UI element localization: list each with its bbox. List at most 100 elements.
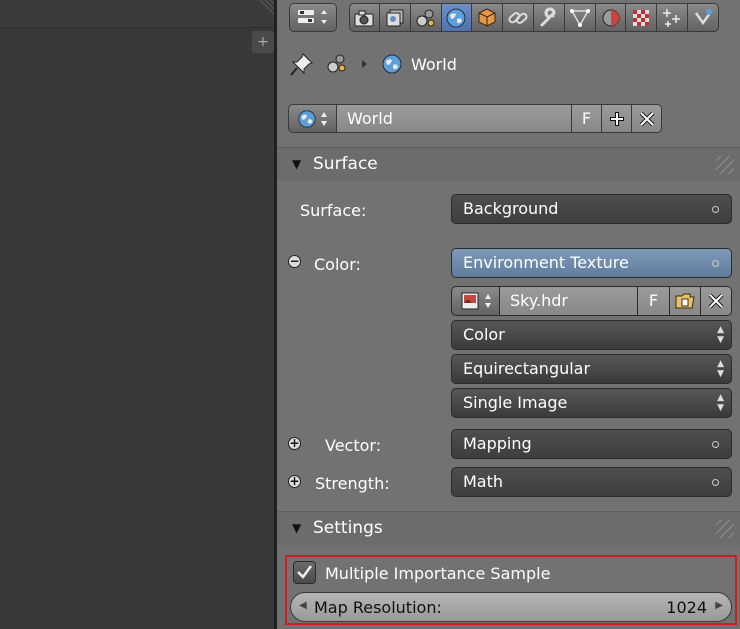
world-icon: [382, 54, 402, 74]
properties-header: [277, 0, 740, 36]
tab-physics[interactable]: [688, 3, 719, 32]
left-editor-area: +: [0, 0, 276, 629]
plus-icon: [609, 111, 624, 126]
tab-texture[interactable]: [626, 3, 658, 32]
world-icon: [298, 109, 316, 128]
vector-node-button[interactable]: Mapping: [451, 429, 732, 459]
tab-world[interactable]: [441, 3, 473, 32]
breadcrumb: World: [289, 50, 457, 78]
fake-user-button[interactable]: F: [572, 104, 602, 133]
tab-constraints[interactable]: [503, 3, 534, 32]
properties-editor: World World F ▼ Surface Surface: Backgro…: [277, 0, 740, 629]
properties-editor-icon: [298, 10, 327, 24]
tab-material[interactable]: [595, 3, 627, 32]
projection-value: Equirectangular: [463, 359, 591, 378]
select-arrows-icon: ▲ ▼: [717, 393, 724, 413]
color-space-value: Color: [463, 325, 505, 344]
map-resolution-label: Map Resolution:: [314, 598, 442, 617]
vector-node-value: Mapping: [463, 434, 532, 453]
map-resolution-field[interactable]: ◀ Map Resolution: 1024 ▶: [290, 592, 732, 622]
image-source-value: Single Image: [463, 393, 568, 412]
select-arrows-icon: ▲ ▼: [717, 359, 724, 379]
tab-render[interactable]: [349, 3, 380, 32]
material-sphere-icon: [602, 9, 620, 26]
socket-dot-icon: [712, 260, 719, 267]
multiple-importance-label[interactable]: Multiple Importance Sample: [325, 564, 550, 583]
close-icon: [708, 293, 724, 309]
socket-dot-icon: [712, 441, 719, 448]
socket-dot-icon: [712, 479, 719, 486]
map-resolution-value: 1024: [666, 598, 707, 617]
particles-icon: [663, 8, 681, 27]
close-icon: [639, 111, 654, 126]
image-datablock-selector: Sky.hdr F: [451, 286, 732, 316]
image-source-select[interactable]: Single Image ▲ ▼: [451, 388, 732, 418]
settings-panel-title: Settings: [313, 518, 383, 538]
socket-dot-icon: [712, 206, 719, 213]
tab-render-layers[interactable]: [379, 3, 411, 32]
image-icon: [461, 292, 478, 310]
unlink-image-button[interactable]: [701, 286, 732, 316]
color-node-button[interactable]: Environment Texture: [451, 248, 732, 278]
constraint-chain-icon: [508, 11, 528, 24]
editor-type-button[interactable]: [289, 3, 337, 32]
scene-icon: [416, 9, 435, 26]
physics-icon: [695, 8, 713, 25]
unlink-world-button[interactable]: [632, 104, 662, 133]
color-space-select[interactable]: Color ▲ ▼: [451, 320, 732, 350]
up-down-arrows-icon: [321, 111, 327, 126]
checkmark-icon: [297, 565, 313, 579]
panel-grip-icon[interactable]: [716, 520, 734, 538]
tab-object[interactable]: [472, 3, 504, 32]
collapse-triangle-icon: ▼: [292, 157, 302, 171]
vector-label: Vector:: [325, 436, 382, 455]
collapse-triangle-icon: ▼: [292, 521, 302, 535]
object-cube-icon: [478, 7, 496, 27]
expand-plus-icon[interactable]: +: [288, 437, 301, 450]
up-down-arrows-icon: [484, 294, 491, 308]
wrench-icon: [540, 7, 556, 26]
context-tabs: [349, 3, 719, 32]
world-icon: [446, 8, 466, 27]
render-layers-icon: [386, 9, 404, 26]
multiple-importance-checkbox[interactable]: [293, 561, 316, 584]
left-editor-header: [0, 0, 276, 28]
strength-node-value: Math: [463, 472, 504, 491]
surface-node-button[interactable]: Background: [451, 194, 732, 224]
image-fake-user-button[interactable]: F: [638, 286, 670, 316]
open-image-button[interactable]: [670, 286, 701, 316]
breadcrumb-world-label: World: [411, 54, 457, 74]
surface-panel-header[interactable]: ▼ Surface: [277, 147, 740, 181]
expand-plus-icon[interactable]: +: [288, 475, 301, 488]
surface-label: Surface:: [300, 201, 367, 220]
select-arrows-icon: ▲ ▼: [717, 325, 724, 345]
breadcrumb-arrow-icon: [362, 60, 367, 68]
pin-icon[interactable]: [289, 51, 315, 77]
surface-panel-title: Surface: [313, 154, 378, 174]
image-name-field[interactable]: Sky.hdr: [500, 286, 638, 316]
world-browse-button[interactable]: [288, 104, 337, 133]
folder-open-icon: [675, 293, 695, 309]
world-datablock-selector: World F: [288, 104, 665, 133]
world-name-field[interactable]: World: [337, 104, 572, 133]
tab-particles[interactable]: [657, 3, 689, 32]
image-browse-button[interactable]: [451, 286, 500, 316]
camera-icon: [354, 10, 374, 26]
scene-icon: [327, 54, 346, 73]
settings-panel-header[interactable]: ▼ Settings: [277, 511, 740, 545]
color-label: Color:: [314, 255, 361, 274]
toolshelf-add-button[interactable]: +: [252, 31, 274, 53]
panel-grip-icon[interactable]: [716, 156, 734, 174]
tab-data[interactable]: [564, 3, 596, 32]
increment-arrow-icon[interactable]: ▶: [715, 600, 723, 611]
projection-select[interactable]: Equirectangular ▲ ▼: [451, 354, 732, 384]
new-world-button[interactable]: [602, 104, 632, 133]
collapse-minus-icon[interactable]: −: [288, 255, 301, 268]
tab-modifiers[interactable]: [533, 3, 565, 32]
tab-scene[interactable]: [410, 3, 442, 32]
texture-checker-icon: [633, 9, 650, 26]
area-split-corner-icon[interactable]: [256, 0, 274, 18]
color-node-value: Environment Texture: [463, 253, 629, 272]
strength-node-button[interactable]: Math: [451, 467, 732, 497]
decrement-arrow-icon[interactable]: ◀: [299, 600, 307, 611]
